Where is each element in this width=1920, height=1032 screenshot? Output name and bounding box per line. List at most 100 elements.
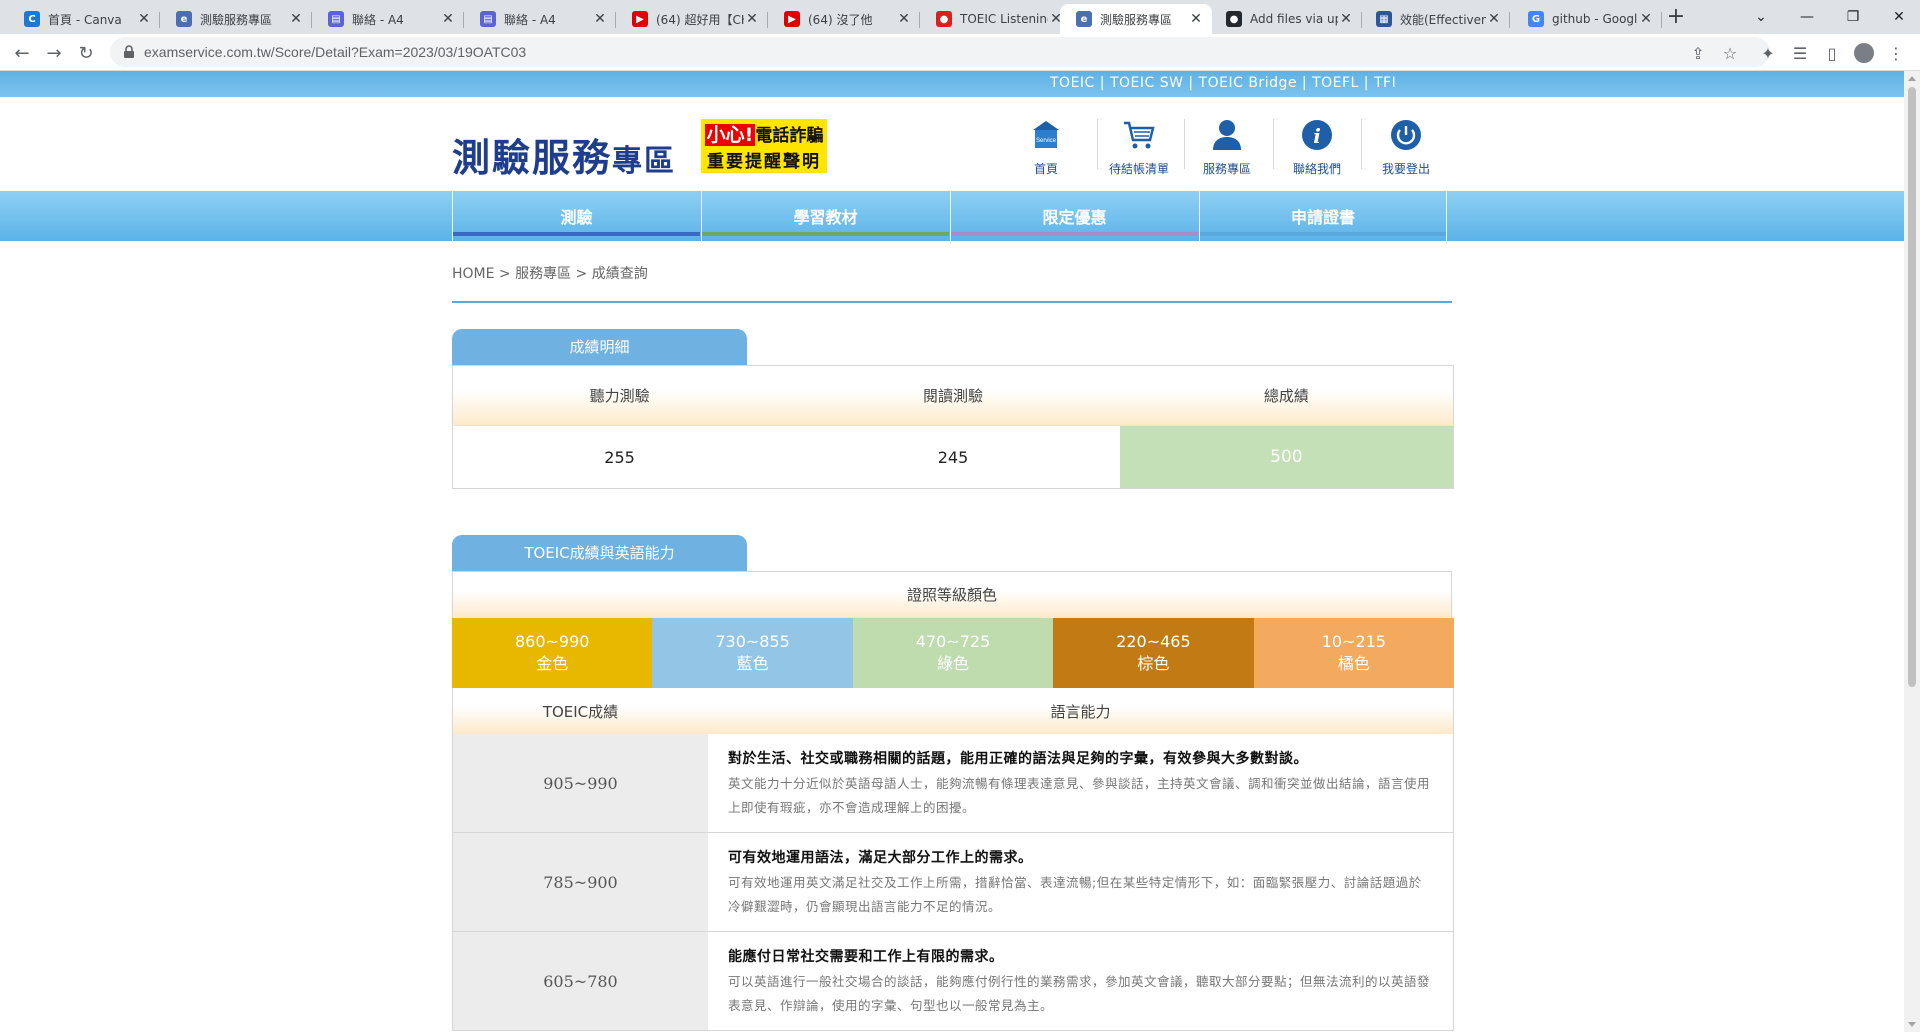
tab-label: 首頁 - Canva <box>48 12 122 27</box>
cert-color-header: 證照等級顏色 <box>452 571 1452 618</box>
header-nav-logout[interactable]: 我要登出 <box>1366 115 1446 177</box>
header-nav-logout-label: 我要登出 <box>1381 162 1430 176</box>
header-nav-contact[interactable]: i 聯絡我們 <box>1277 115 1357 177</box>
header-separator <box>1184 119 1185 169</box>
site-logo[interactable]: 測驗服務專區 <box>452 127 676 182</box>
logo-small-text: 專區 <box>612 144 677 179</box>
site-header: 測驗服務專區 小心! 電話詐騙 重要提醒聲明 Service 首頁 待結帳清單 服… <box>0 97 1904 191</box>
main-nav-underline <box>702 232 949 236</box>
browser-tab[interactable]: C 首頁 - Canva ✕ <box>8 4 160 34</box>
tab-close-icon[interactable]: ✕ <box>1188 11 1204 27</box>
tab-close-icon[interactable]: ✕ <box>1486 11 1502 27</box>
menu-kebab-icon[interactable]: ⋮ <box>1882 39 1910 67</box>
reading-list-icon[interactable]: ☰ <box>1786 39 1814 67</box>
cert-level-range: 730~855 <box>715 632 790 651</box>
share-icon[interactable]: ⇪ <box>1684 39 1712 67</box>
tab-label: 測驗服務專區 <box>200 12 273 27</box>
main-nav-materials[interactable]: 學習教材 <box>701 191 949 241</box>
fraud-warning-banner[interactable]: 小心! 電話詐騙 重要提醒聲明 <box>701 119 827 173</box>
top-links-strip: TOEIC | TOEIC SW | TOEIC Bridge | TOEFL … <box>0 71 1904 97</box>
main-nav-exam[interactable]: 測驗 <box>452 191 700 241</box>
scrollbar-thumb[interactable] <box>1908 87 1916 687</box>
forward-icon[interactable]: → <box>40 39 68 67</box>
main-nav-underline <box>453 232 700 236</box>
ability-title: 能應付日常社交需要和工作上有限的需求。 <box>728 949 1004 965</box>
browser-tab[interactable]: ● Add files via up ✕ <box>1210 4 1362 34</box>
browser-tab[interactable]: e 測驗服務專區 ✕ <box>160 4 312 34</box>
tab-favicon-icon: ▶ <box>784 11 800 27</box>
browser-tab[interactable]: ▦ 效能(Effectivene✕ <box>1360 4 1510 34</box>
page-viewport: TOEIC | TOEIC SW | TOEIC Bridge | TOEFL … <box>0 71 1904 1032</box>
browser-tab[interactable]: Ggithub - Googl ✕ <box>1512 4 1662 34</box>
main-nav-offers[interactable]: 限定優惠 <box>950 191 1198 241</box>
user-icon <box>1207 115 1247 155</box>
scroll-down-icon[interactable] <box>1908 1022 1916 1027</box>
main-nav-exam-label: 測驗 <box>560 208 593 227</box>
tab-label: TOEIC Listening <box>960 12 1048 26</box>
table-row: 785~900 可有效地運用語法，滿足大部分工作上的需求。 可有效地運用英文滿足社交… <box>452 833 1454 932</box>
ability-detail: 英文能力十分近似於英語母語人士，能夠流暢有條理表達意見、參與談話，主持英文會議、… <box>728 776 1431 815</box>
cert-level: 730~855 藍色 <box>652 618 853 688</box>
browser-tab[interactable]: ▤ 聯絡 - A4 ✕ <box>312 4 464 34</box>
main-nav-certificate-label: 申請證書 <box>1290 208 1355 227</box>
lock-icon <box>124 45 134 58</box>
tab-close-icon[interactable]: ✕ <box>1338 11 1354 27</box>
tab-close-icon[interactable]: ✕ <box>288 11 304 27</box>
tab-favicon-icon: e <box>176 11 192 27</box>
tab-favicon-icon: ▶ <box>632 11 648 27</box>
ability-score-range: 785~900 <box>453 833 708 931</box>
browser-tab[interactable]: ▶ (64) 超好用【CH ✕ <box>616 4 768 34</box>
tab-search-icon[interactable]: ⌄ <box>1738 0 1784 34</box>
tab-separator <box>1661 12 1662 28</box>
tab-label: (64) 沒了他 <box>808 12 873 27</box>
side-panel-icon[interactable]: ▯ <box>1818 39 1846 67</box>
tab-label: 測驗服務專區 <box>1100 12 1173 27</box>
score-listening: 255 <box>452 425 787 489</box>
header-nav-cart[interactable]: 待結帳清單 <box>1099 115 1179 177</box>
scroll-up-icon[interactable] <box>1908 76 1916 81</box>
main-nav-certificate[interactable]: 申請證書 <box>1199 191 1447 241</box>
top-links[interactable]: TOEIC | TOEIC SW | TOEIC Bridge | TOEFL … <box>1050 75 1396 91</box>
tab-close-icon[interactable]: ✕ <box>592 11 608 27</box>
header-nav-home[interactable]: Service 首頁 <box>1006 115 1086 177</box>
page-scrollbar[interactable] <box>1904 71 1920 1032</box>
tab-favicon-icon: ● <box>1226 11 1242 27</box>
header-nav-cart-label: 待結帳清單 <box>1108 162 1169 176</box>
tab-favicon-icon: e <box>1076 11 1092 27</box>
tab-close-icon[interactable]: ✕ <box>136 11 152 27</box>
browser-tab[interactable]: e 測驗服務專區 ✕ <box>1060 4 1212 34</box>
minimize-button[interactable]: — <box>1784 0 1830 34</box>
header-separator <box>1273 119 1274 169</box>
bookmark-star-icon[interactable]: ☆ <box>1716 39 1744 67</box>
close-window-button[interactable]: ✕ <box>1876 0 1920 34</box>
extensions-icon[interactable]: ✦ <box>1754 39 1782 67</box>
tab-close-icon[interactable]: ✕ <box>744 11 760 27</box>
browser-tab[interactable]: ▤ 聯絡 - A4 ✕ <box>464 4 616 34</box>
tab-separator <box>1509 12 1510 28</box>
header-nav-service[interactable]: 服務專區 <box>1187 115 1267 177</box>
profile-avatar[interactable] <box>1850 39 1878 67</box>
home-service-icon: Service <box>1026 115 1066 155</box>
tab-favicon-icon: ▤ <box>328 11 344 27</box>
tab-label: 聯絡 - A4 <box>504 12 556 27</box>
cert-level-name: 綠色 <box>937 654 970 673</box>
ability-title: 對於生活、社交或職務相關的話題，能用正確的語法與足夠的字彙，有效參與大多數對談。 <box>728 751 1308 767</box>
table-row: 905~990 對於生活、社交或職務相關的話題，能用正確的語法與足夠的字彙，有效參… <box>452 734 1454 833</box>
tab-close-icon[interactable]: ✕ <box>440 11 456 27</box>
tab-favicon-icon: ● <box>936 11 952 27</box>
reload-icon[interactable]: ↻ <box>72 39 100 67</box>
browser-tab-bar: + ⌄ — ❐ ✕ C 首頁 - Canva ✕ e 測驗服務專區 ✕ ▤ 聯絡 - A4 ✕ ▤… <box>0 0 1920 34</box>
tab-label: (64) 超好用【CH <box>656 12 744 27</box>
tab-label: 效能(Effectivene <box>1400 12 1486 27</box>
warning-red-label: 小心! <box>704 124 756 146</box>
divider <box>452 301 1452 303</box>
browser-tab[interactable]: ▶ (64) 沒了他 ✕ <box>768 4 920 34</box>
new-tab-button[interactable]: + <box>1662 4 1690 32</box>
tab-close-icon[interactable]: ✕ <box>1638 11 1654 27</box>
back-icon[interactable]: ← <box>8 39 36 67</box>
address-bar[interactable]: examservice.com.tw/Score/Detail?Exam=202… <box>110 37 1770 67</box>
restore-button[interactable]: ❐ <box>1830 0 1876 34</box>
browser-tab[interactable]: ● TOEIC Listening ✕ <box>920 4 1072 34</box>
tab-close-icon[interactable]: ✕ <box>896 11 912 27</box>
cert-level-name: 棕色 <box>1137 654 1170 673</box>
